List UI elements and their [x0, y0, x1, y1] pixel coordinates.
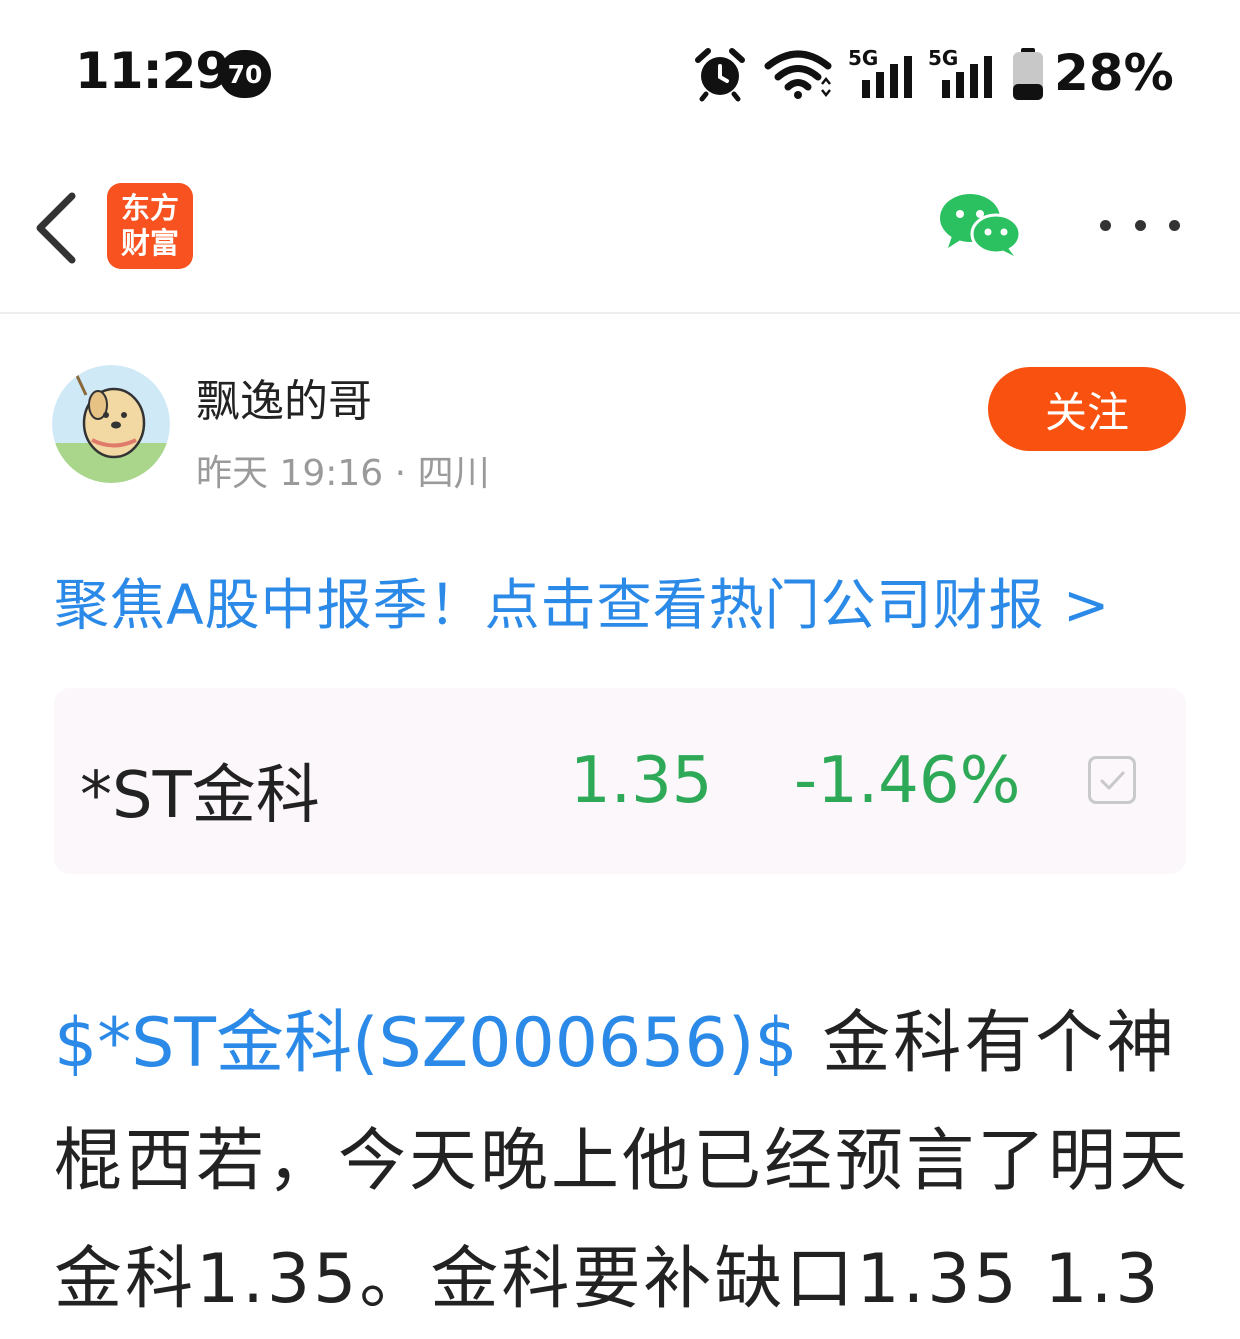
- author-name[interactable]: 飘逸的哥: [196, 365, 372, 429]
- more-options-button[interactable]: [1100, 210, 1180, 240]
- follow-button[interactable]: 关注: [988, 367, 1186, 451]
- notification-count-badge: 70: [219, 50, 271, 98]
- promo-link[interactable]: 聚焦A股中报季！点击查看热门公司财报 >: [54, 560, 1110, 640]
- battery-percent: 28%: [1054, 44, 1174, 102]
- author-avatar[interactable]: [52, 365, 170, 483]
- post-time: 昨天 19:16: [196, 453, 384, 494]
- logo-text-top: 东方: [120, 191, 179, 225]
- check-icon: [1100, 771, 1125, 790]
- wifi-icon: [764, 50, 832, 99]
- signal-sim2-icon: 5G: [928, 46, 994, 102]
- stock-quote-card[interactable]: *ST金科 1.35 -1.46%: [54, 688, 1186, 874]
- post-content: $*ST金科(SZ000656)$ 金科有个神棍西若，今天晚上他已经预言了明天金…: [54, 985, 1194, 1339]
- stock-change-percent: -1.46%: [794, 744, 1021, 818]
- post-location: 四川: [417, 453, 490, 494]
- dot-icon: [1100, 219, 1111, 231]
- stock-name: *ST金科: [80, 759, 320, 833]
- status-bar: 11:29 70 5G 5G 28%: [0, 0, 1240, 150]
- top-nav-bar: 东方 财富: [0, 150, 1240, 314]
- dot-icon: [1169, 219, 1180, 231]
- back-button[interactable]: [28, 190, 88, 266]
- meta-separator: ·: [394, 453, 407, 494]
- add-watchlist-checkbox[interactable]: [1088, 756, 1136, 804]
- alarm-icon: [695, 48, 745, 102]
- app-logo[interactable]: 东方 财富: [107, 183, 193, 269]
- stock-price: 1.35: [570, 744, 713, 818]
- stock-tag-link[interactable]: $*ST金科(SZ000656)$: [54, 1004, 798, 1083]
- logo-text-bottom: 财富: [120, 226, 179, 260]
- post-meta: 昨天 19:16 · 四川: [196, 444, 490, 496]
- dot-icon: [1134, 219, 1146, 231]
- battery-icon: [1013, 48, 1043, 100]
- wechat-share-icon[interactable]: [938, 192, 1022, 258]
- clock: 11:29: [75, 42, 230, 100]
- signal-sim1-icon: 5G: [848, 46, 914, 102]
